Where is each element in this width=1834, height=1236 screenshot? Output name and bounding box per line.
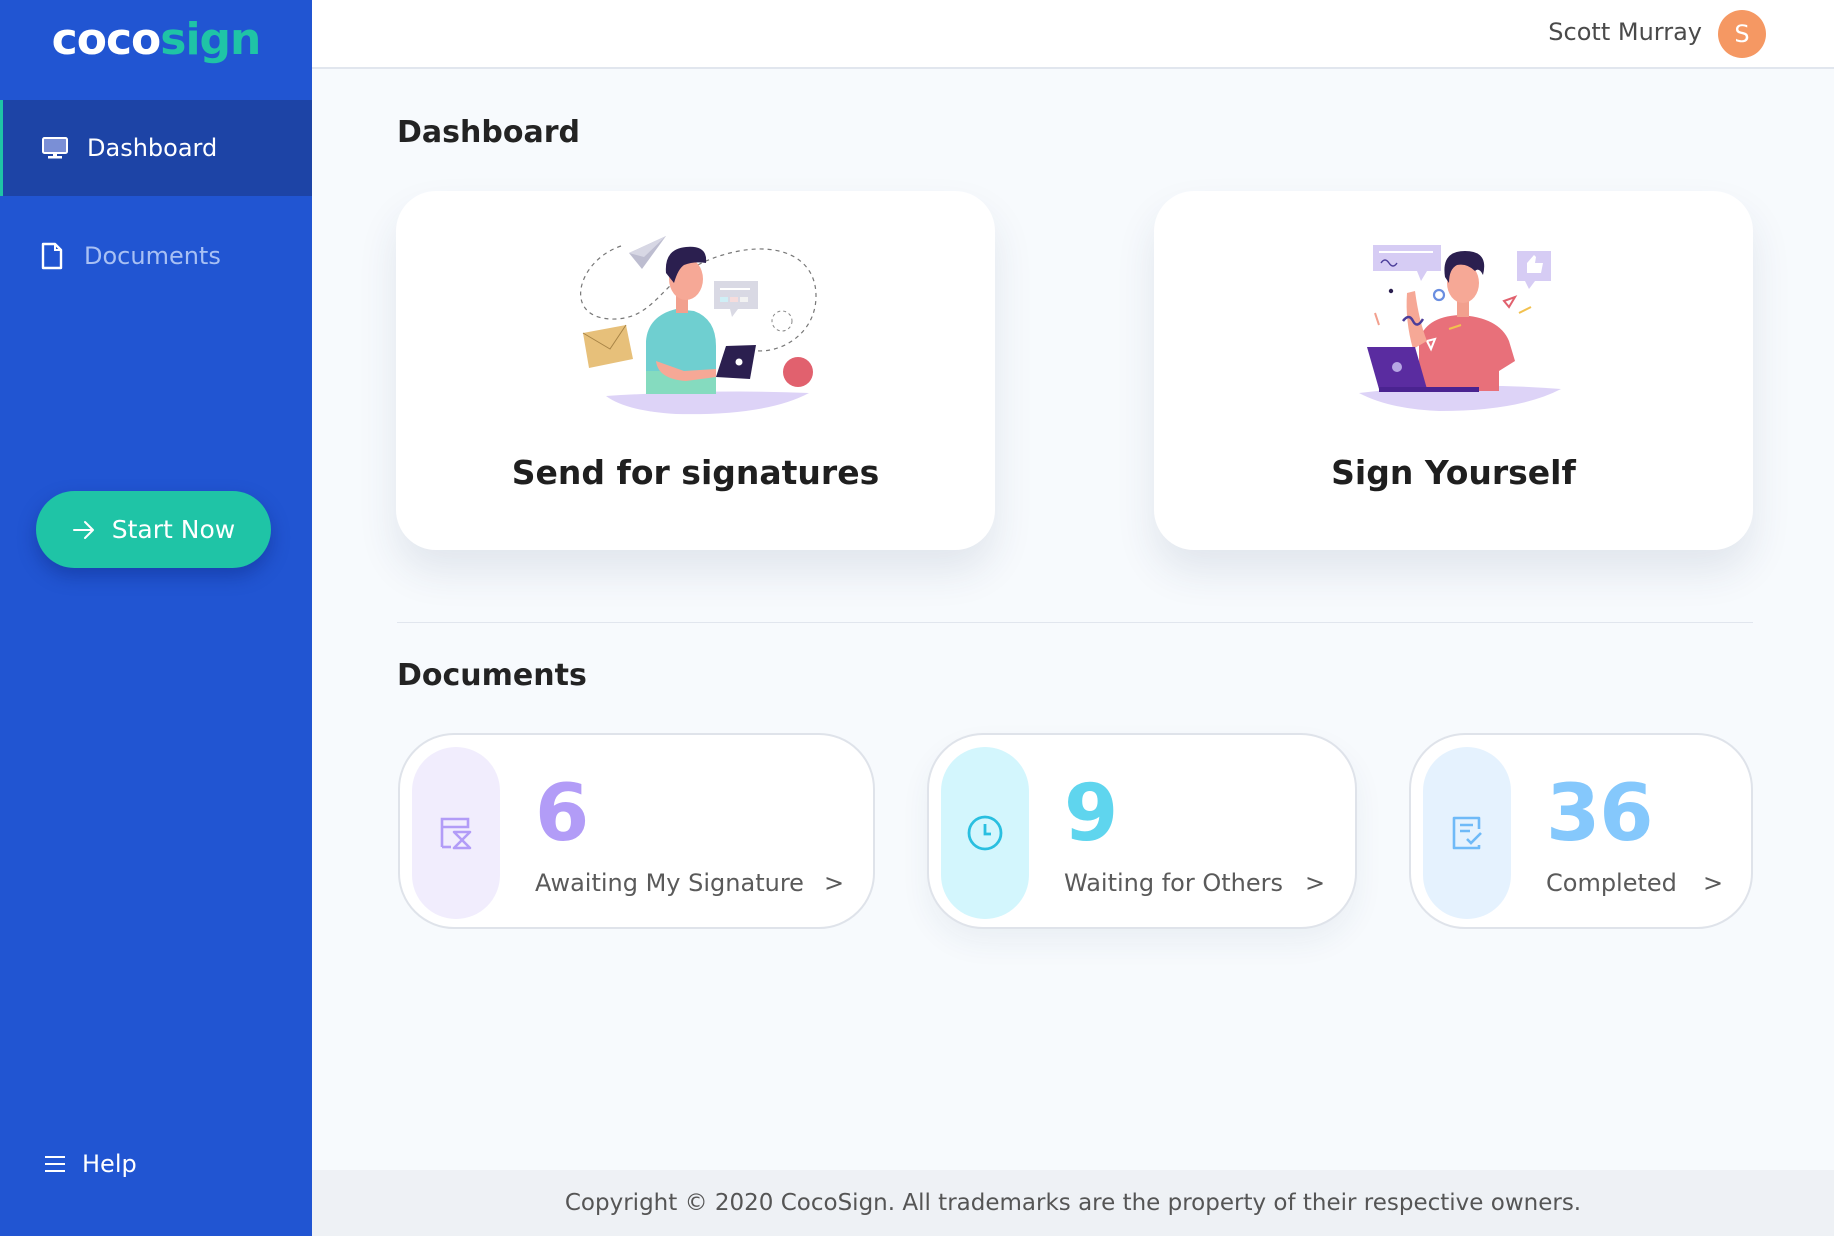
footer: Copyright © 2020 CocoSign. All trademark… [312, 1170, 1834, 1236]
user-name[interactable]: Scott Murray [1548, 18, 1702, 46]
sidebar-item-label: Documents [84, 242, 221, 270]
awaiting-my-signature-card[interactable]: 6 Awaiting My Signature > [398, 733, 875, 929]
start-now-button[interactable]: Start Now [36, 491, 271, 568]
start-now-label: Start Now [111, 515, 236, 544]
menu-icon [45, 1156, 65, 1172]
help-label: Help [82, 1150, 137, 1178]
stat-icon-pill [412, 747, 500, 919]
waiting-for-others-card[interactable]: 9 Waiting for Others > [927, 733, 1357, 929]
monitor-icon [41, 134, 69, 162]
sidebar-item-documents[interactable]: Documents [0, 208, 312, 304]
hourglass-document-icon [440, 817, 472, 850]
sign-yourself-card[interactable]: Sign Yourself [1154, 191, 1753, 550]
arrow-right-icon [72, 520, 94, 539]
man-with-tablet-sending-illustration [580, 236, 817, 415]
stat-count: 6 [535, 769, 589, 859]
stat-count: 9 [1064, 769, 1118, 859]
send-for-signatures-label: Send for signatures [511, 453, 880, 492]
checked-document-icon [1452, 816, 1482, 850]
logo[interactable]: cocosign [0, 14, 312, 65]
logo-part-coco: coco [51, 14, 162, 65]
avatar-initial: S [1734, 20, 1750, 48]
man-with-laptop-signing-illustration [1359, 245, 1561, 411]
section-divider [397, 622, 1753, 623]
stat-label: Completed [1546, 869, 1677, 897]
stat-icon-pill [941, 747, 1029, 919]
logo-part-sign: sign [160, 14, 261, 65]
stat-label: Waiting for Others [1064, 869, 1283, 897]
sidebar: cocosign Dashboard Documents Start Now H… [0, 0, 312, 1236]
stat-icon-pill [1423, 747, 1511, 919]
copyright-text: Copyright © 2020 CocoSign. All trademark… [564, 1190, 1582, 1216]
documents-section-title: Documents [397, 658, 587, 693]
clock-icon [967, 815, 1003, 851]
chevron-right-icon: > [1305, 869, 1326, 897]
sign-yourself-label: Sign Yourself [1331, 453, 1576, 492]
sidebar-item-label: Dashboard [87, 134, 218, 162]
completed-card[interactable]: 36 Completed > [1409, 733, 1753, 929]
page-title: Dashboard [397, 115, 580, 150]
help-link[interactable]: Help [44, 1148, 137, 1180]
avatar[interactable]: S [1718, 10, 1766, 58]
chevron-right-icon: > [824, 869, 845, 897]
sidebar-item-dashboard[interactable]: Dashboard [0, 100, 312, 196]
top-header: Scott Murray S [312, 0, 1834, 69]
stat-count: 36 [1546, 769, 1654, 859]
chevron-right-icon: > [1703, 869, 1724, 897]
send-for-signatures-card[interactable]: Send for signatures [396, 191, 995, 550]
stat-label: Awaiting My Signature [535, 869, 804, 897]
document-icon [38, 242, 66, 270]
